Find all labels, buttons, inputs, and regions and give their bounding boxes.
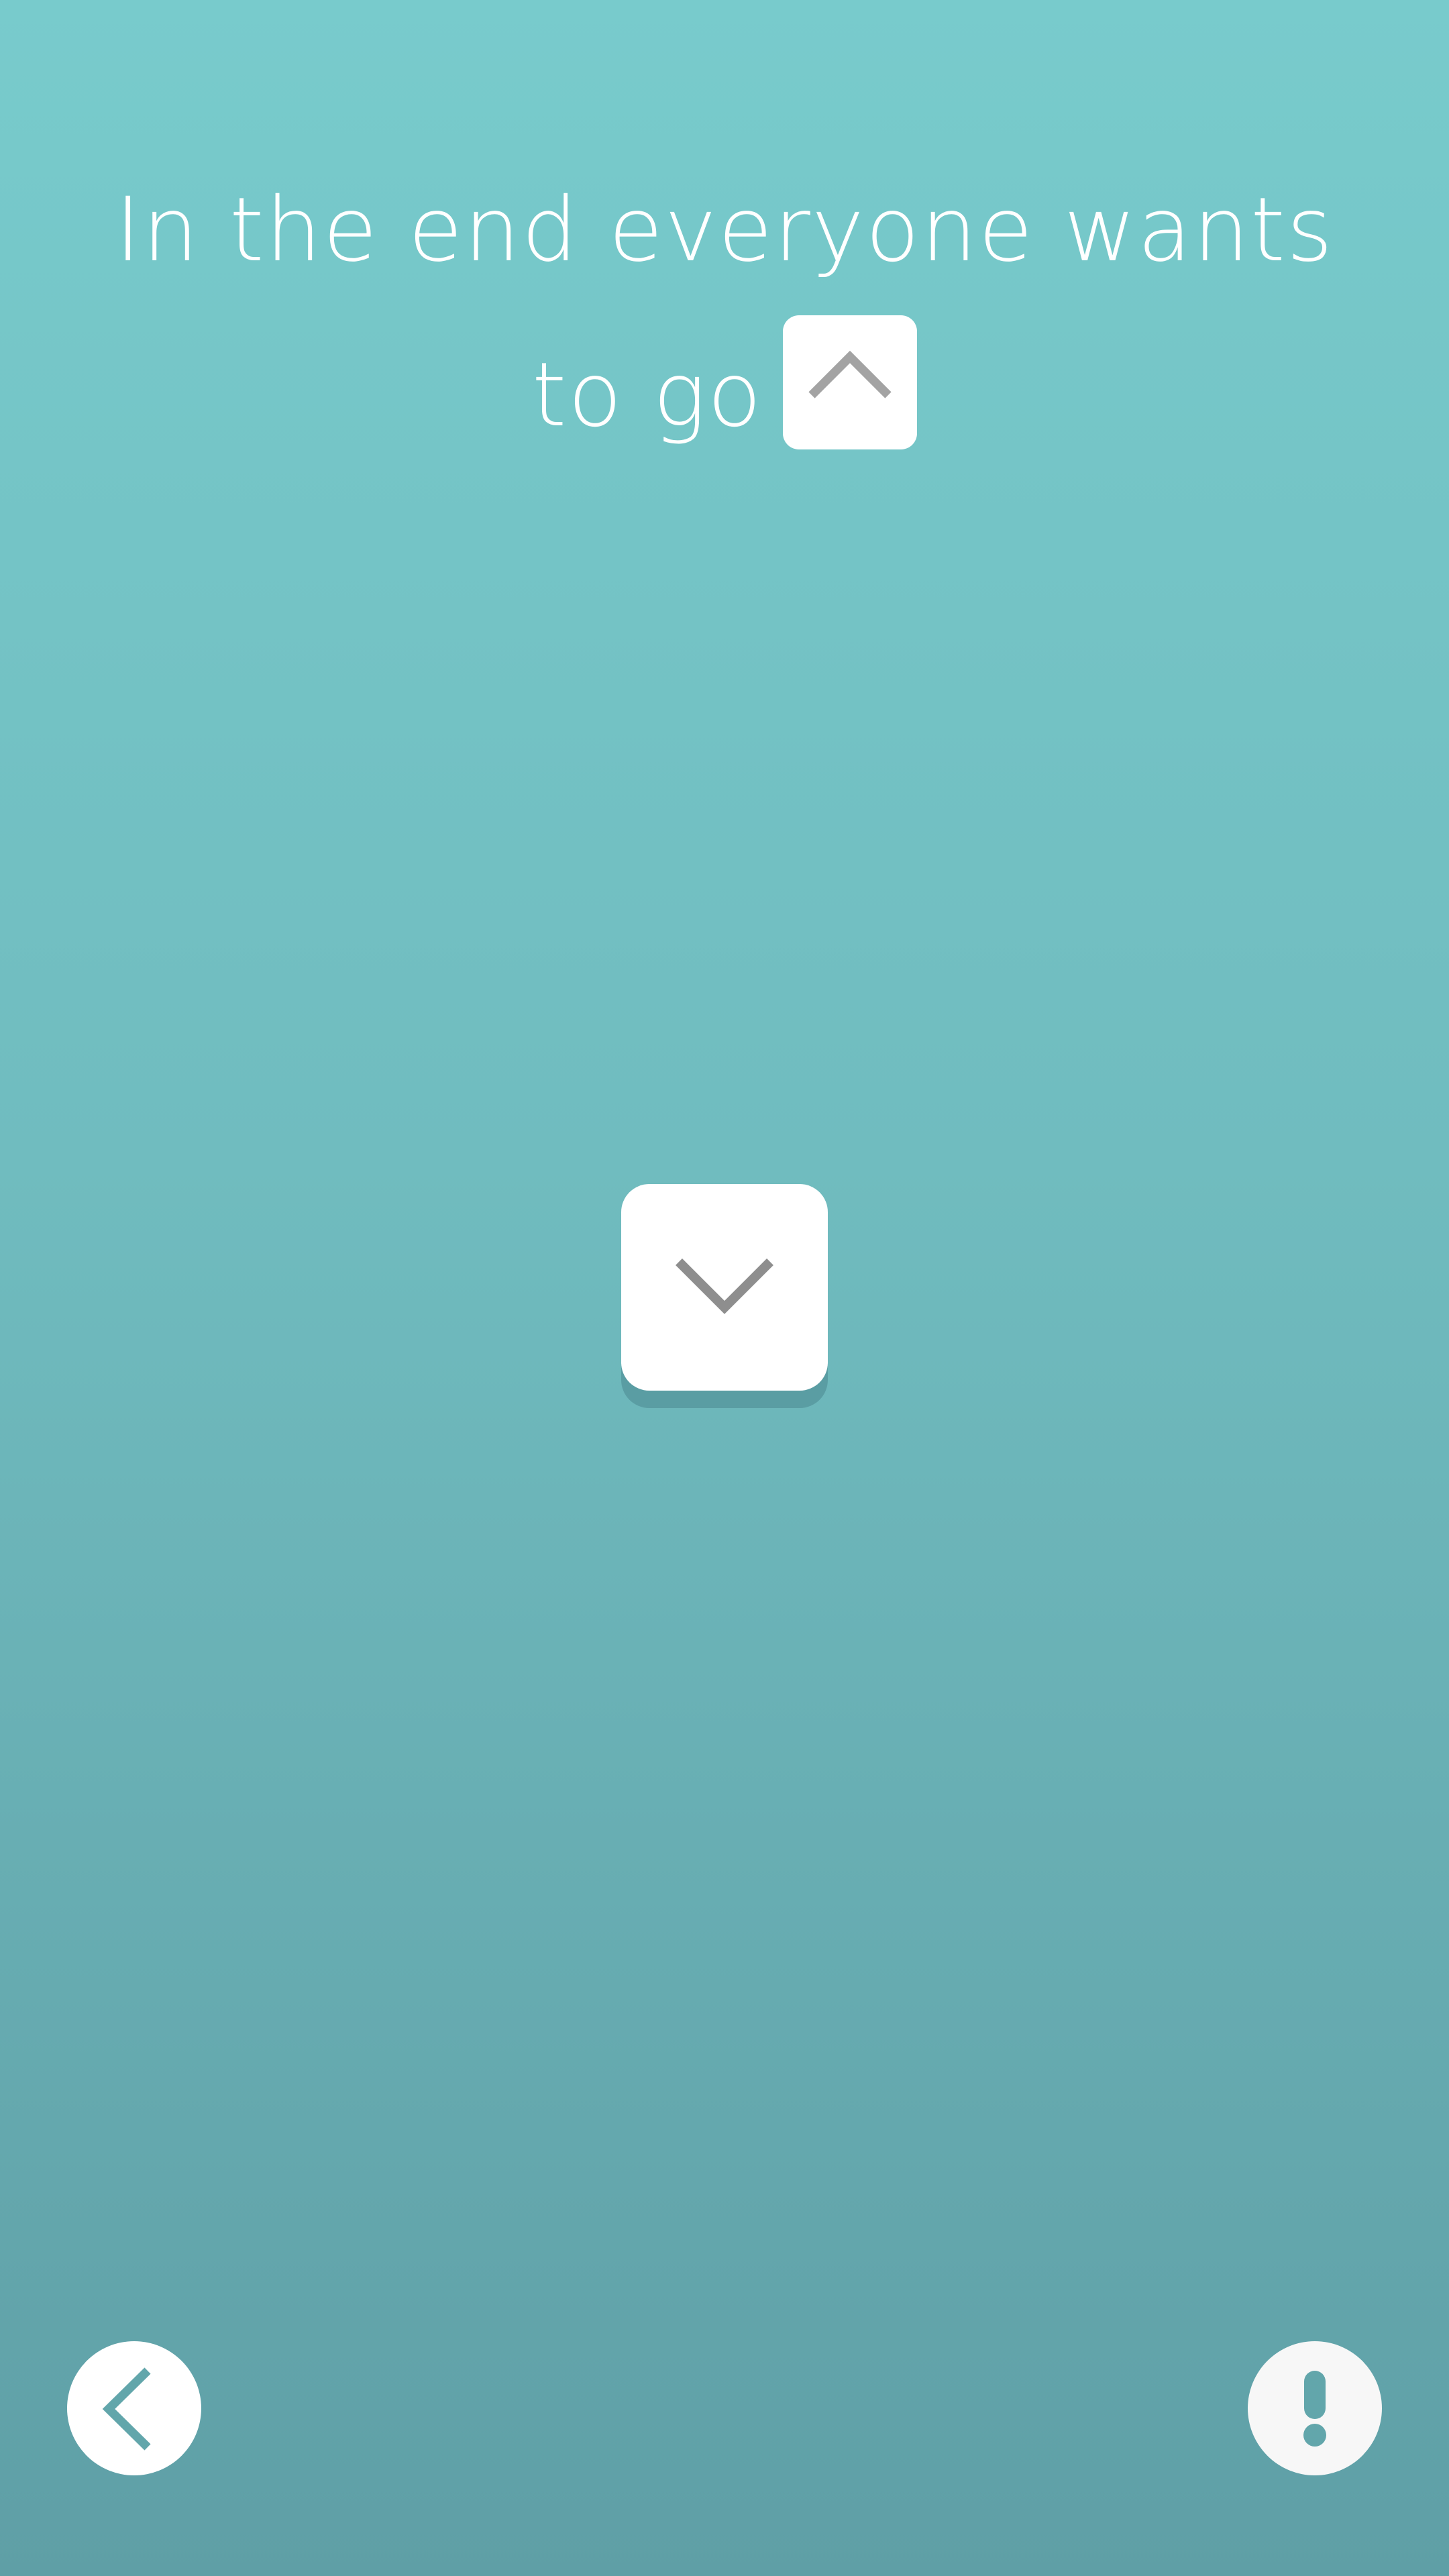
prompt-line-2: to go xyxy=(0,313,1449,478)
chevron-up-icon xyxy=(808,350,892,398)
exclamation-icon xyxy=(1303,2371,1326,2447)
puzzle-prompt: In the end everyone wants to go xyxy=(0,148,1449,478)
hint-button[interactable] xyxy=(1248,2341,1382,2475)
chevron-down-icon xyxy=(676,1258,773,1314)
prompt-line-1: In the end everyone wants xyxy=(115,178,1334,282)
prompt-line-2-text: to go xyxy=(531,343,763,447)
up-key-glyph xyxy=(783,315,918,449)
chevron-left-icon xyxy=(102,2367,151,2451)
down-key-button[interactable] xyxy=(621,1184,828,1391)
back-button[interactable] xyxy=(67,2341,201,2475)
